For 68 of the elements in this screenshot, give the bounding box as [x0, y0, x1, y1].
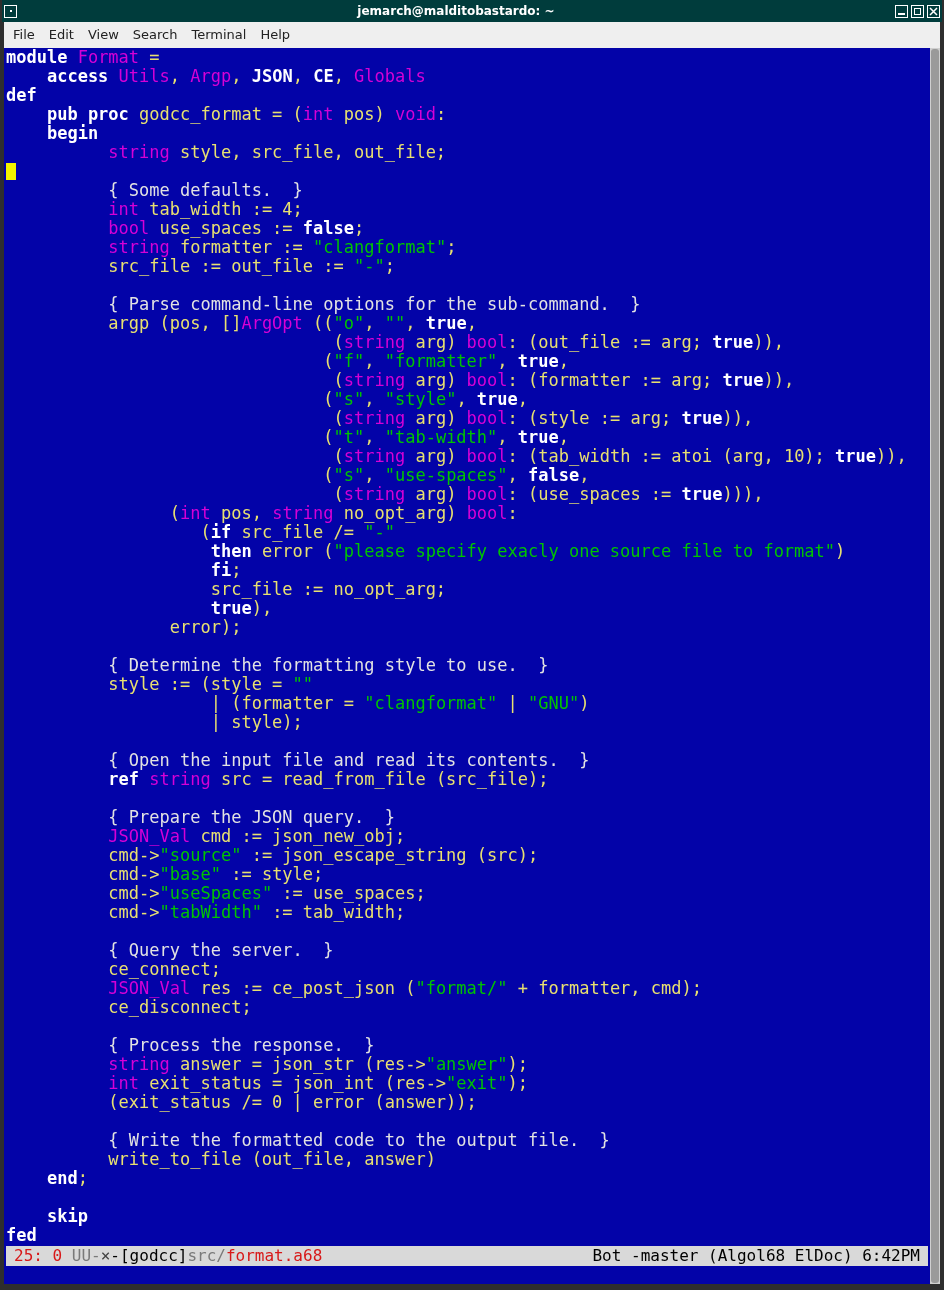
code-line: end;	[45, 1169, 88, 1188]
code-line: access Utils, Argp, JSON, CE, Globals	[45, 67, 426, 86]
code-line: ce_connect;	[107, 960, 221, 979]
code-line: bool use_spaces := false;	[107, 219, 365, 238]
code-line: ("t", "tab-width", true,	[322, 428, 569, 447]
mode-info: Bot -master (Algol68 ElDoc) 6:42PM	[592, 1245, 920, 1267]
code-line: (exit_status /= 0 | error (answer));	[107, 1093, 477, 1112]
code-line: then error ("please specify exacly one source file to format")	[209, 542, 846, 561]
menu-item[interactable]: Search	[127, 25, 183, 45]
code-line: cmd->"base" := style;	[107, 865, 324, 884]
code-line: (string arg) bool: (style := arg; true)),	[332, 409, 754, 428]
code-line: (if src_file /= "-"	[199, 523, 395, 542]
code-line: begin	[45, 124, 99, 143]
code-line: ce_disconnect;	[107, 998, 252, 1017]
menu-item[interactable]: Help	[255, 25, 296, 45]
code-line: argp (pos, []ArgOpt (("o", "", true,	[107, 314, 477, 333]
code-line: (string arg) bool: (formatter := arg; true)),	[332, 371, 795, 390]
code-line: skip	[45, 1207, 88, 1226]
code-line: string answer = json_str (res->"answer");	[107, 1055, 528, 1074]
code-line: ("s", "use-spaces", false,	[322, 466, 590, 485]
code-line: cmd->"tabWidth" := tab_width;	[107, 903, 406, 922]
menu-item[interactable]: View	[82, 25, 124, 45]
menu-item[interactable]: Edit	[43, 25, 79, 45]
code-line: string style, src_file, out_file;	[107, 143, 447, 162]
menu-item[interactable]: Terminal	[186, 25, 252, 45]
code-line: JSON_Val res := ce_post_json ("format/" + formatter, cmd);	[107, 979, 702, 998]
scrollbar[interactable]	[930, 48, 940, 1284]
code-line: { Prepare the JSON query. }	[107, 808, 395, 827]
code-line: (string arg) bool: (out_file := arg; true)),	[332, 333, 784, 352]
code-line: style := (style = ""	[107, 675, 314, 694]
code-line: src_file := no_opt_arg;	[209, 580, 447, 599]
code-line: error);	[168, 618, 242, 637]
code-line: | style);	[209, 713, 303, 732]
code-line: { Query the server. }	[107, 941, 334, 960]
code-line: int tab_width := 4;	[107, 200, 303, 219]
buffer-status: 25: 0 UU-×-[godcc]src/format.a68	[14, 1245, 323, 1267]
code-line: src_file := out_file := "-";	[107, 257, 395, 276]
code-line: int exit_status = json_int (res->"exit");	[107, 1074, 528, 1093]
code-line: { Process the response. }	[107, 1036, 375, 1055]
window-title: jemarch@malditobastardo: ~	[357, 3, 555, 20]
code-line: { Determine the formatting style to use. }	[107, 656, 549, 675]
code-line: string formatter := "clangformat";	[107, 238, 457, 257]
code-line: { Open the input file and read its contents. }	[107, 751, 590, 770]
window-menu-icon[interactable]	[4, 4, 17, 18]
maximize-icon[interactable]	[911, 4, 924, 18]
code-line: (string arg) bool: (tab_width := atoi (arg, 10); true)),	[332, 447, 907, 466]
code-line: module Format =	[6, 48, 160, 67]
code-line: write_to_file (out_file, answer)	[107, 1150, 436, 1169]
minimize-icon[interactable]	[895, 4, 908, 18]
code-line: (string arg) bool: (use_spaces := true))),	[332, 485, 764, 504]
code-line: ("s", "style", true,	[322, 390, 529, 409]
code-line: ("f", "formatter", true,	[322, 352, 569, 371]
code-line: cmd->"useSpaces" := use_spaces;	[107, 884, 426, 903]
code-line: true),	[209, 599, 273, 618]
close-icon[interactable]	[927, 4, 940, 18]
code-line: ref string src = read_from_file (src_file);	[107, 770, 549, 789]
code-line: { Some defaults. }	[107, 181, 303, 200]
menu-item[interactable]: File	[8, 25, 40, 45]
code-line: { Parse command-line options for the sub-command. }	[107, 295, 641, 314]
code-line: | (formatter = "clangformat" | "GNU")	[210, 694, 590, 713]
code-line: JSON_Val cmd := json_new_obj;	[107, 827, 406, 846]
code-line: cmd->"source" := json_escape_string (src);	[107, 846, 539, 865]
code-line: def	[6, 86, 37, 105]
code-line: (int pos, string no_opt_arg) bool:	[168, 504, 518, 523]
code-line: { Write the formatted code to the output file. }	[107, 1131, 610, 1150]
code-line: fi;	[209, 561, 242, 580]
code-line: pub proc godcc_format = (int pos) void:	[45, 105, 447, 124]
code-line: fed	[6, 1226, 37, 1245]
